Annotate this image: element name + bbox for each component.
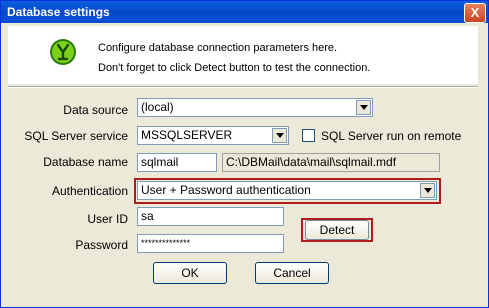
close-button[interactable]: X — [464, 3, 486, 23]
auth-select[interactable]: User + Password authentication — [137, 181, 437, 200]
app-logo-icon — [50, 39, 76, 65]
detect-button[interactable]: Detect — [305, 220, 369, 240]
userid-label: User ID — [87, 212, 128, 226]
remote-checkbox[interactable] — [302, 129, 315, 142]
remote-checkbox-label: SQL Server run on remote — [321, 129, 462, 143]
db-name-input[interactable]: sqlmail — [137, 153, 217, 172]
password-label: Password — [75, 238, 128, 252]
chevron-down-icon[interactable] — [356, 100, 371, 115]
title-bar[interactable]: Database settings X — [1, 1, 488, 23]
cancel-button[interactable]: Cancel — [255, 262, 329, 284]
db-path-field: C:\DBMail\data\mail\sqlmail.mdf — [222, 153, 440, 172]
sql-service-label: SQL Server service — [24, 129, 128, 143]
info-line-1: Configure database connection parameters… — [98, 42, 338, 54]
ok-button[interactable]: OK — [153, 262, 227, 284]
chevron-down-icon[interactable] — [272, 128, 287, 143]
password-input[interactable]: ************** — [137, 234, 284, 253]
window-title: Database settings — [7, 5, 110, 19]
db-name-label: Database name — [43, 155, 128, 169]
userid-input[interactable]: sa — [137, 207, 284, 226]
data-source-label: Data source — [63, 103, 128, 117]
data-source-select[interactable]: (local) — [137, 98, 373, 117]
info-panel — [8, 26, 478, 84]
sql-service-value: MSSQLSERVER — [141, 128, 233, 142]
data-source-value: (local) — [141, 100, 174, 114]
divider — [8, 86, 478, 88]
auth-label: Authentication — [51, 184, 128, 198]
auth-value: User + Password authentication — [141, 183, 311, 197]
sql-service-select[interactable]: MSSQLSERVER — [137, 126, 289, 145]
chevron-down-icon[interactable] — [420, 183, 435, 198]
info-line-2: Don't forget to click Detect button to t… — [98, 62, 371, 74]
